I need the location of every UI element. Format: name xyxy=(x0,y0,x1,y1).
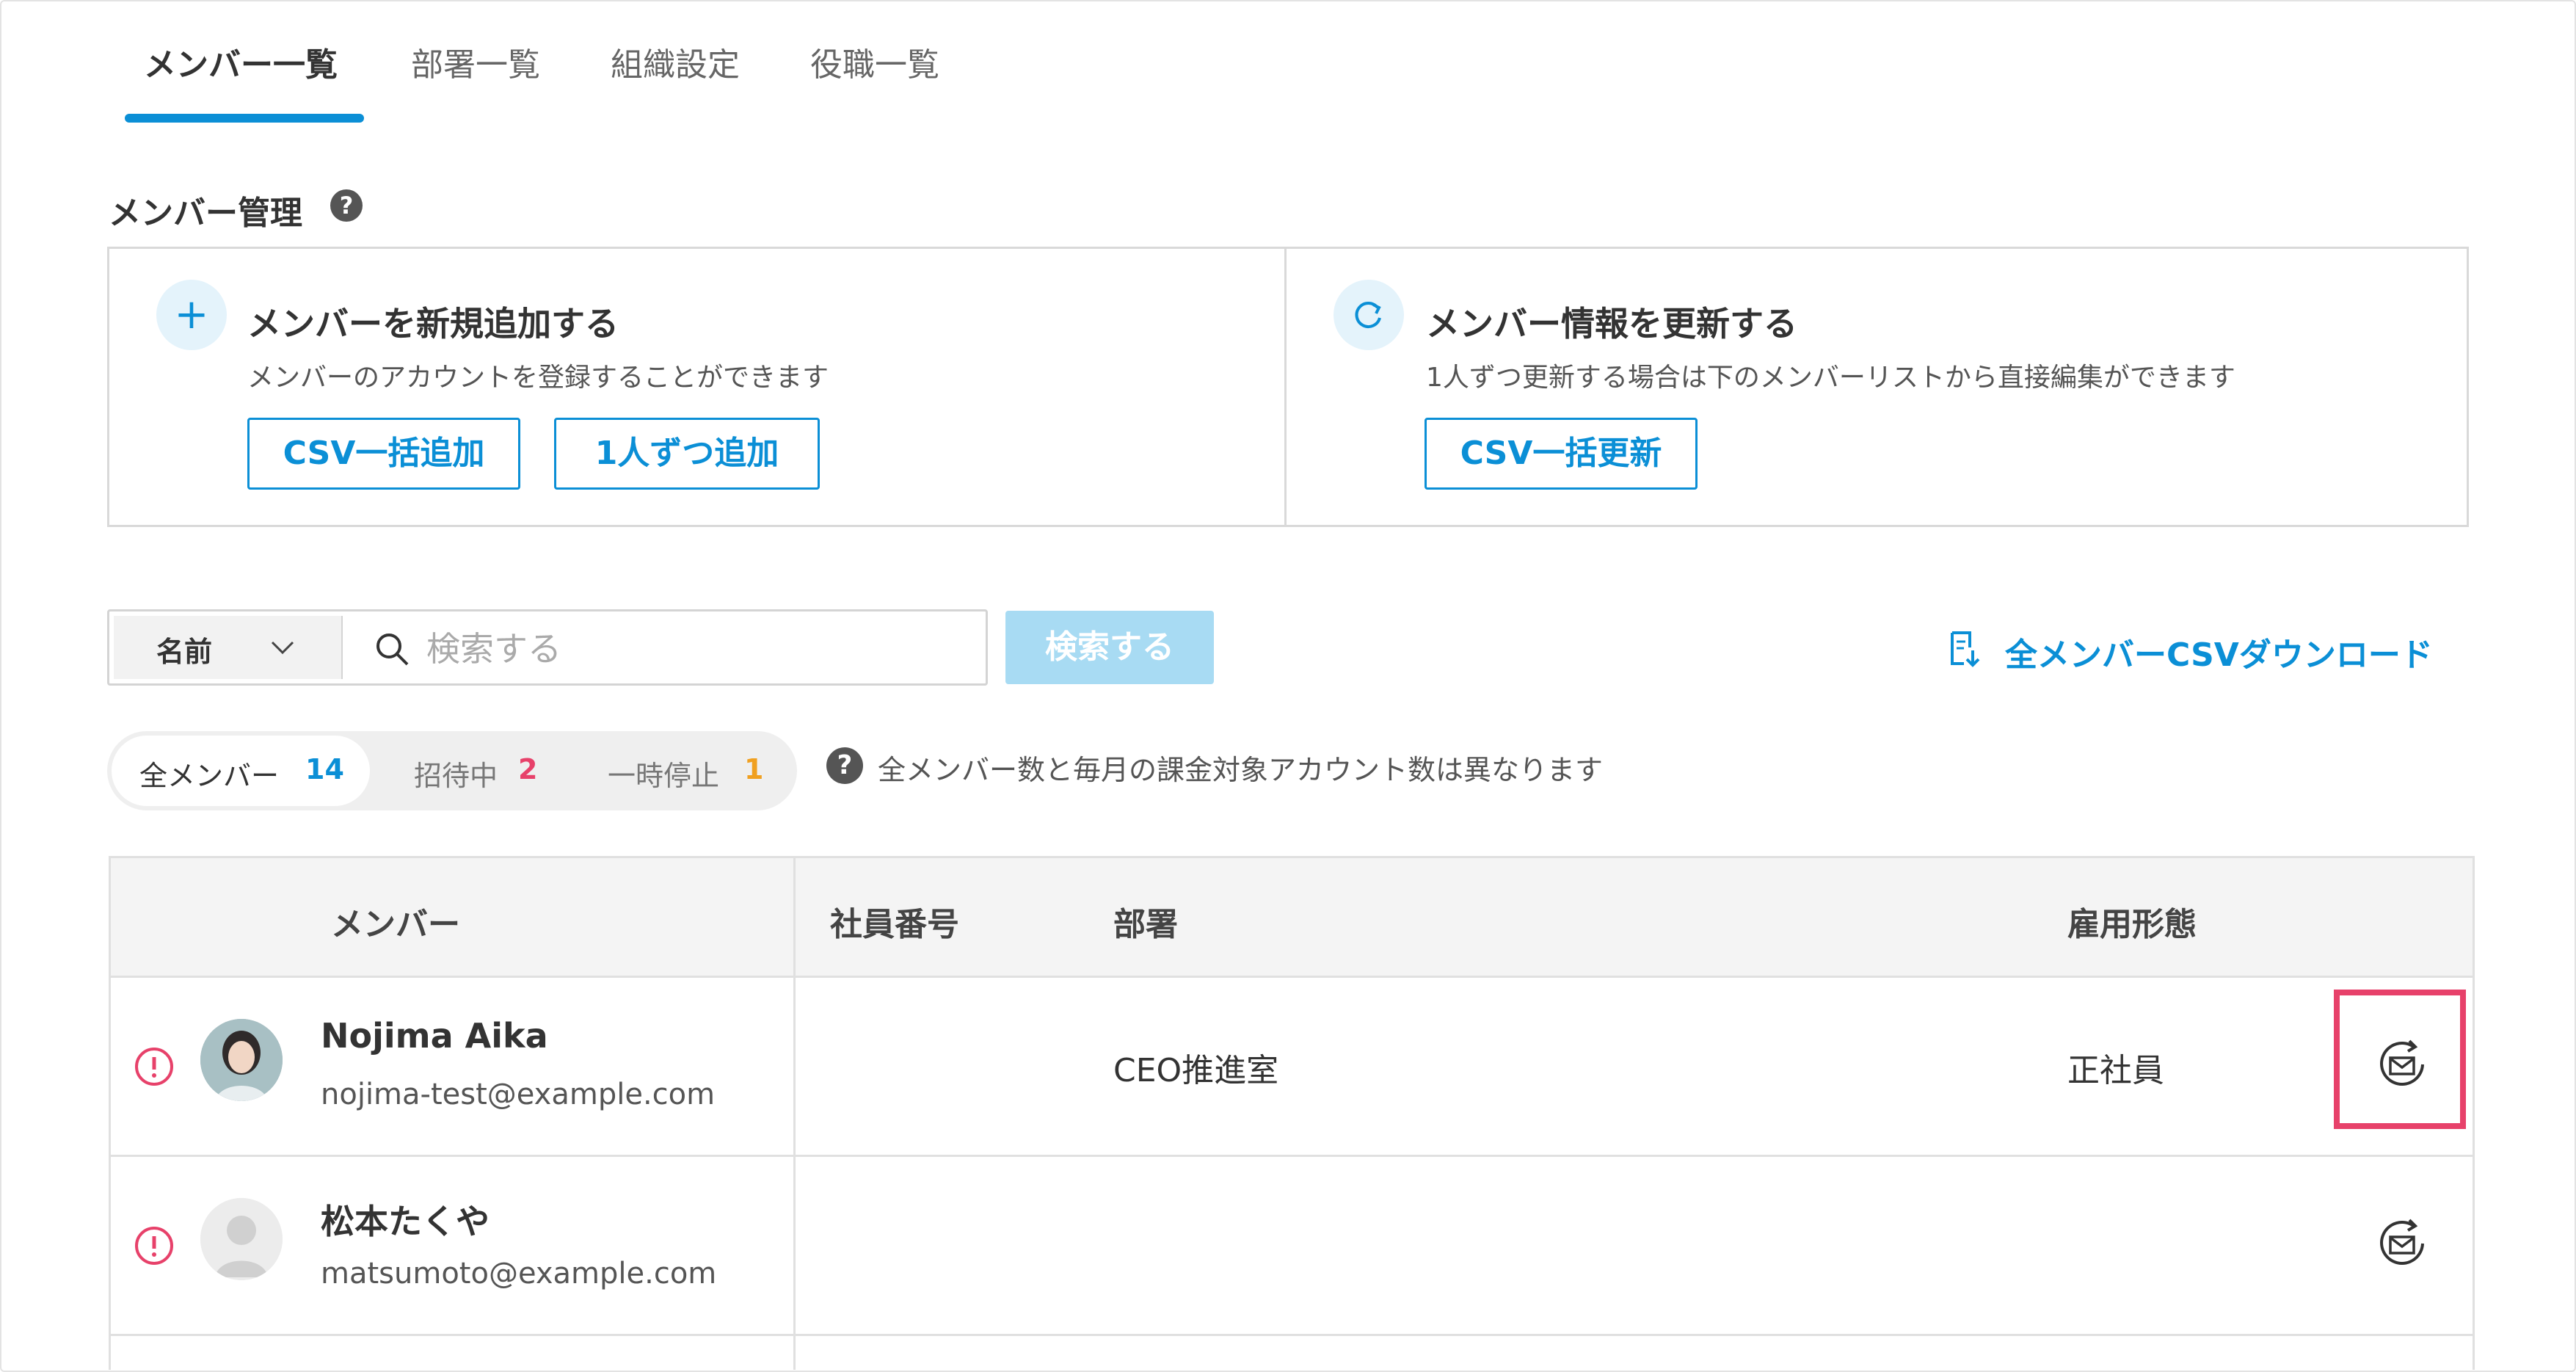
active-tab-indicator xyxy=(125,114,364,123)
csv-download-label: 全メンバーCSVダウンロード xyxy=(2005,636,2433,674)
add-member-card: + メンバーを新規追加する メンバーのアカウントを登録することができます CSV… xyxy=(107,247,1287,527)
search-button[interactable]: 検索する xyxy=(1005,611,1214,684)
member-filter-tabs: 全メンバー 14 招待中 2 一時停止 1 xyxy=(107,731,797,810)
search-box: 名前 xyxy=(107,609,988,686)
tab-member-list[interactable]: メンバー一覧 xyxy=(144,38,338,85)
warning-circle-icon xyxy=(135,1227,173,1265)
member-table: メンバー 社員番号 部署 雇用形態 Nojima Aika nojima-tes… xyxy=(109,856,2475,1370)
filter-suspended-count: 1 xyxy=(744,753,764,785)
search-input[interactable] xyxy=(425,620,971,678)
filter-note: 全メンバー数と毎月の課金対象アカウント数は異なります xyxy=(878,754,1604,786)
table-row[interactable]: Nojima Aika nojima-test@example.com CEO推… xyxy=(111,978,2473,1157)
update-member-card: メンバー情報を更新する 1人ずつ更新する場合は下のメンバーリストから直接編集がで… xyxy=(1284,247,2469,527)
header-employee-no: 社員番号 xyxy=(830,906,959,943)
add-card-heading: メンバーを新規追加する xyxy=(247,304,619,344)
csv-download-link[interactable]: 全メンバーCSVダウンロード xyxy=(1945,628,2433,675)
csv-bulk-update-button[interactable]: CSV一括更新 xyxy=(1425,418,1698,490)
add-card-description: メンバーのアカウントを登録することができます xyxy=(247,363,829,393)
member-department: CEO推進室 xyxy=(1113,1052,1279,1089)
member-email: matsumoto@example.com xyxy=(321,1257,717,1291)
warning-circle-icon xyxy=(135,1048,173,1086)
column-divider xyxy=(793,856,796,1370)
plus-icon: + xyxy=(156,280,227,350)
chevron-down-icon xyxy=(271,641,294,655)
search-icon xyxy=(376,634,409,666)
table-row[interactable]: 松本たくや matsumoto@example.com xyxy=(111,1157,2473,1336)
update-card-description: 1人ずつ更新する場合は下のメンバーリストから直接編集ができます xyxy=(1426,363,2235,393)
tab-org-settings[interactable]: 組織設定 xyxy=(611,38,740,85)
avatar-placeholder xyxy=(200,1198,283,1280)
tab-departments[interactable]: 部署一覧 xyxy=(411,38,540,85)
header-member: メンバー xyxy=(331,906,460,943)
filter-all-count: 14 xyxy=(305,753,344,785)
tab-positions[interactable]: 役職一覧 xyxy=(810,38,939,85)
filter-suspended[interactable]: 一時停止 xyxy=(608,753,719,794)
table-header: メンバー 社員番号 部署 雇用形態 xyxy=(111,856,2473,978)
search-field-select[interactable]: 名前 xyxy=(114,616,343,679)
filter-invited[interactable]: 招待中 xyxy=(414,753,498,794)
avatar xyxy=(200,1019,283,1101)
csv-download-icon xyxy=(1951,631,1980,667)
resend-invite-icon[interactable] xyxy=(2371,1213,2433,1274)
filter-all[interactable]: 全メンバー xyxy=(139,753,279,794)
search-field-selected: 名前 xyxy=(156,636,213,668)
filter-invited-count: 2 xyxy=(518,753,538,785)
member-name[interactable]: Nojima Aika xyxy=(321,1016,548,1056)
highlight-annotation xyxy=(2334,990,2466,1129)
question-circle-icon[interactable]: ? xyxy=(330,189,363,222)
header-employment-type: 雇用形態 xyxy=(2067,906,2197,943)
header-department: 部署 xyxy=(1113,906,1178,943)
csv-bulk-add-button[interactable]: CSV一括追加 xyxy=(247,418,520,490)
question-circle-icon[interactable]: ? xyxy=(826,747,863,784)
member-email: nojima-test@example.com xyxy=(321,1078,716,1111)
refresh-icon xyxy=(1334,280,1404,350)
update-card-heading: メンバー情報を更新する xyxy=(1426,304,1797,344)
add-one-by-one-button[interactable]: 1人ずつ追加 xyxy=(554,418,820,490)
member-name[interactable]: 松本たくや xyxy=(321,1195,490,1244)
member-employment-type: 正社員 xyxy=(2067,1052,2164,1089)
section-title: メンバー管理 xyxy=(109,195,302,232)
